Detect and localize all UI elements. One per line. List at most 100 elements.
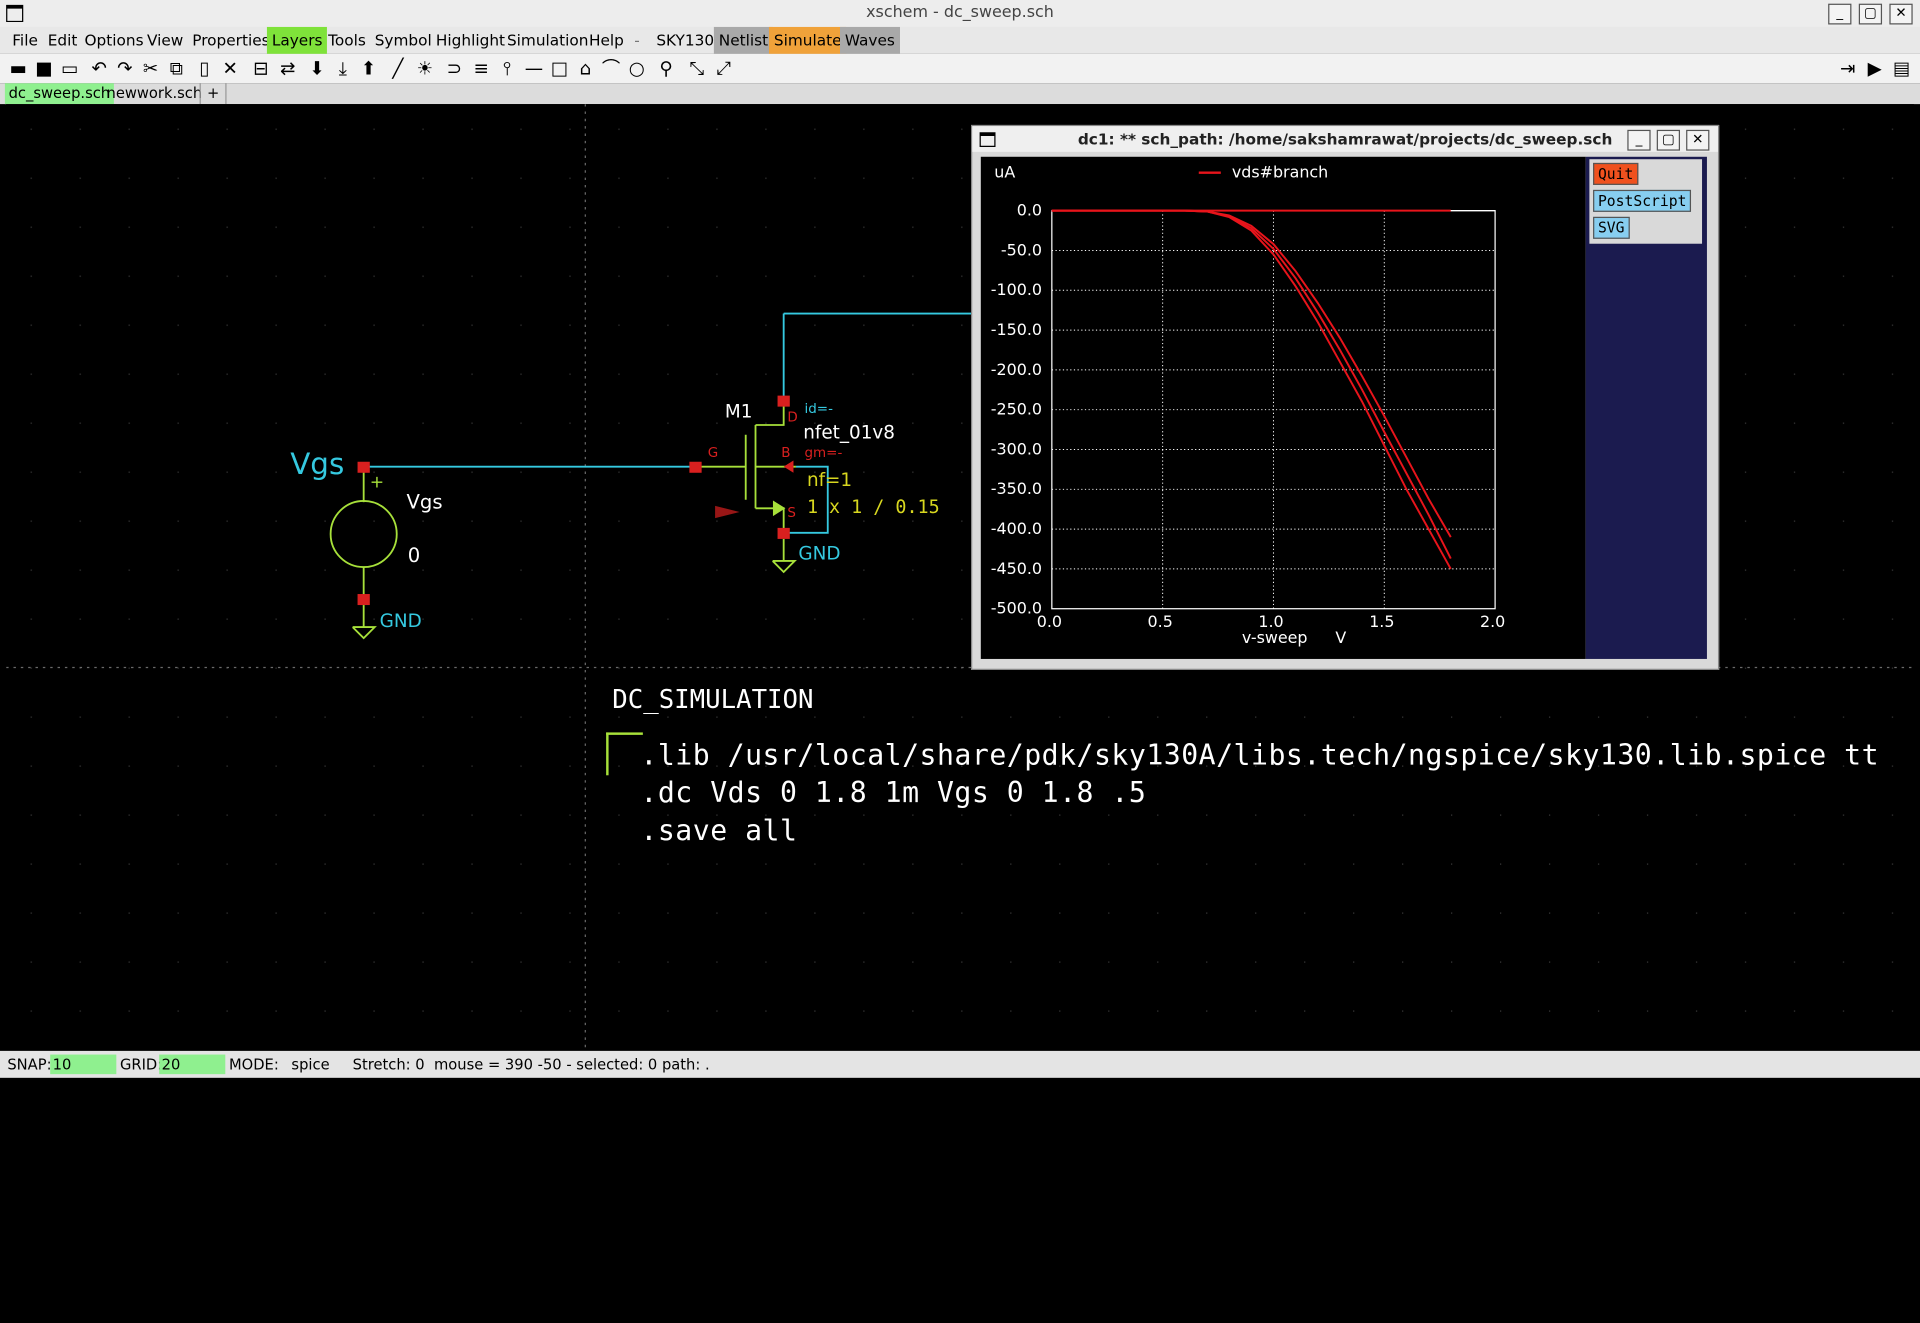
snap-label: SNAP: [7,1055,52,1073]
y-tick-label: -150.0 [991,320,1042,339]
zoom-fit-icon[interactable]: ⤢ [713,58,735,80]
snap-input[interactable]: 10 [50,1054,117,1075]
menu-layers[interactable]: Layers [266,26,328,54]
pin-drain[interactable] [777,395,790,407]
highlight-icon[interactable]: ☀ [414,58,436,80]
menu-sky130[interactable]: SKY130 [651,27,719,54]
arc-icon[interactable]: ⌒ [600,58,622,80]
plot-svg: 0.0 0.5 1.0 1.5 2.00.0-50.0-100.0-150.0-200.… [991,163,1506,647]
rect-icon[interactable]: □ [549,58,571,80]
graph-window[interactable]: dc1: ** sch_path: /home/sakshamrawat/pro… [971,124,1720,670]
nf-parameter: nf=1 [806,469,853,492]
menu-simulate[interactable]: Simulate [768,26,847,54]
menu-bar: File Edit Options View Properties Layers… [0,26,1920,54]
y-tick-label: -400.0 [991,519,1042,538]
zoom-full-icon[interactable]: ⤡ [686,58,708,80]
simulate-play-icon[interactable]: ▶ [1864,58,1886,80]
series-line-2[interactable] [1051,209,1452,560]
mode-label: MODE: [228,1055,279,1073]
menu-netlist[interactable]: Netlist [713,26,774,54]
descend-icon[interactable]: ⤓ [332,58,354,80]
maximize-button[interactable]: ▢ [1858,3,1883,25]
swap-icon[interactable]: ⇄ [277,58,299,80]
menu-highlight[interactable]: Highlight [431,27,510,54]
source-plus-sign: + [369,472,385,493]
menu-symbol[interactable]: Symbol [370,27,437,54]
graph-close-button[interactable]: ✕ [1686,129,1710,151]
source-instance-name: Vgs [406,489,443,514]
redo-icon[interactable]: ↷ [114,58,136,80]
polygon-icon[interactable]: ⌂ [574,58,596,80]
id-annotation: id=- [804,400,833,417]
pin-source[interactable] [777,527,790,539]
insert-symbol-icon[interactable]: ⊟ [250,58,272,80]
source-value: 0 [407,543,421,568]
text-icon[interactable]: ≡ [470,58,492,80]
minimize-button[interactable]: _ [1828,3,1852,25]
save-icon[interactable]: ■ [33,58,55,80]
circle-icon[interactable]: ○ [626,58,648,80]
plot-area[interactable]: 0.0 0.5 1.0 1.5 2.0 0.0 -50.0 -100.0 -150.0 -200.… [980,156,1586,659]
graph-button-panel: Quit PostScript SVG [1585,156,1707,659]
tab-dc-sweep[interactable]: dc_sweep.sch [4,83,114,105]
status-info: Stretch: 0 mouse = 390 -50 - selected: 0… [352,1055,710,1073]
menu-simulation[interactable]: Simulation [502,27,593,54]
code-line-save: .save all [640,815,798,848]
delete-icon[interactable]: ✕ [219,58,241,80]
tab-bar: dc_sweep.sch newwork.sch + [0,83,1920,105]
graph-titlebar: dc1: ** sch_path: /home/sakshamrawat/pro… [972,126,1718,152]
graph-minimize-button[interactable]: _ [1627,129,1651,151]
x-axis-unit: V [1335,628,1346,647]
y-tick-label: -200.0 [991,360,1042,379]
gnd-label-source: GND [379,609,422,632]
push-up-icon[interactable]: ⬆ [358,58,380,80]
zoom-icon[interactable]: ⚲ [655,58,677,80]
open-folder-icon[interactable]: ▬ [7,58,29,80]
mos-instance-name: M1 [724,400,753,423]
reload-icon[interactable]: ▭ [59,58,81,80]
graph-window-title: dc1: ** sch_path: /home/sakshamrawat/pro… [1077,129,1613,149]
pin-icon[interactable]: ⫯ [496,58,518,80]
code-line-dc: .dc Vds 0 1.8 1m Vgs 0 1.8 .5 [640,777,1147,810]
undo-icon[interactable]: ↶ [88,58,110,80]
mos-model: nfet_01v8 [803,421,895,444]
wire-icon[interactable]: ╱ [387,58,409,80]
waves-icon[interactable]: ▤ [1891,58,1913,80]
pin-label-d: D [787,409,798,426]
grid-input[interactable]: 20 [159,1054,226,1075]
menu-options[interactable]: Options [80,27,149,54]
series-line-1[interactable] [1051,209,1452,570]
menu-help[interactable]: Help [584,27,629,54]
label-icon[interactable]: ⊃ [443,58,465,80]
x-axis-label: v-sweep [1242,628,1308,647]
line-icon[interactable]: — [523,58,545,80]
graph-maximize-button[interactable]: ▢ [1656,129,1681,151]
cut-icon[interactable]: ✂ [140,58,162,80]
menu-waves[interactable]: Waves [840,26,900,54]
pin-gate[interactable] [689,461,702,473]
postscript-button[interactable]: PostScript [1593,189,1692,212]
close-button[interactable]: ✕ [1889,3,1913,25]
svg-button[interactable]: SVG [1593,216,1630,239]
quit-button[interactable]: Quit [1593,162,1639,185]
series-line-3[interactable] [1051,209,1452,538]
push-down-icon[interactable]: ⬇ [306,58,328,80]
menu-tools[interactable]: Tools [323,27,371,54]
menu-properties[interactable]: Properties [187,27,274,54]
tab-add[interactable]: + [199,83,227,105]
code-line-lib: .lib /usr/local/share/pdk/sky130A/libs.t… [640,739,1880,772]
code-block-title[interactable]: DC_SIMULATION [612,685,813,714]
menu-edit[interactable]: Edit [43,27,82,54]
paste-icon[interactable]: ▯ [193,58,215,80]
toolbar: ▬ ■ ▭ ↶ ↷ ✂ ⧉ ▯ ✕ ⊟ ⇄ ⬇ ⤓ ⬆ ╱ ☀ ⊃ ≡ ⫯ — … [0,53,1920,84]
menu-separator: - [634,30,640,49]
window-title: xschem - dc_sweep.sch [866,3,1054,23]
copy-icon[interactable]: ⧉ [165,58,187,80]
netlist-icon[interactable]: ⇥ [1837,58,1859,80]
source-net-label[interactable]: Vgs [290,447,344,481]
tab-newwork[interactable]: newwork.sch [103,83,206,104]
pin-vgs-plus[interactable] [357,461,370,473]
menu-file[interactable]: File [7,27,42,54]
menu-view[interactable]: View [142,27,188,54]
pin-vgs-minus[interactable] [357,594,370,606]
